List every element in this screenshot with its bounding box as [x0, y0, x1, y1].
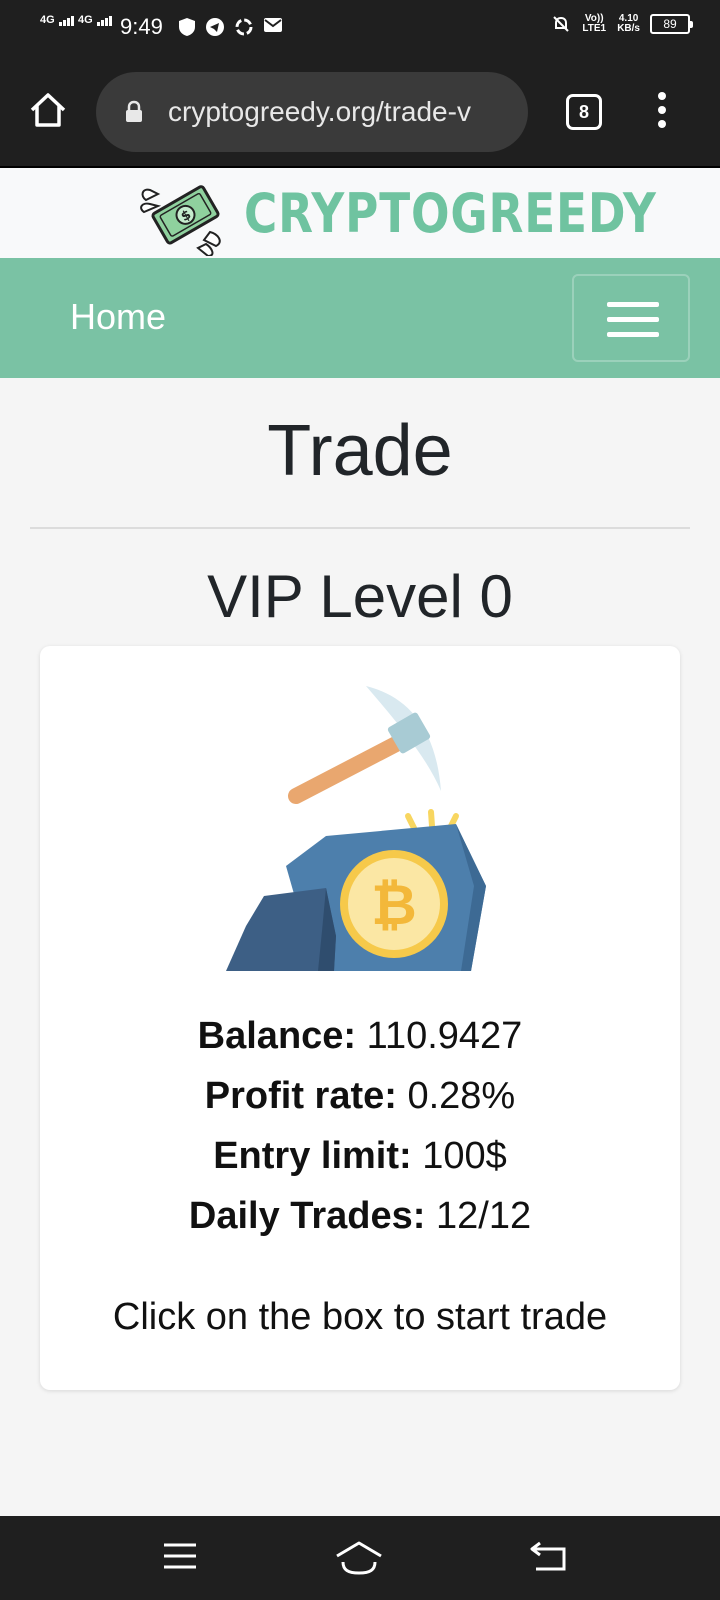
telegram-icon: [206, 18, 224, 36]
site-navbar: Home: [0, 258, 720, 378]
address-bar[interactable]: cryptogreedy.org/trade-v: [96, 72, 528, 152]
daily-trades-row: Daily Trades: 12/12: [40, 1186, 680, 1246]
sync-icon: [235, 18, 253, 36]
daily-trades-label: Daily Trades:: [188, 1195, 426, 1237]
trade-stats: Balance: 110.9427 Profit rate: 0.28% Ent…: [40, 1006, 680, 1246]
lock-icon: [126, 100, 142, 122]
entry-limit-row: Entry limit: 100$: [40, 1126, 680, 1186]
recents-menu-icon[interactable]: [162, 1540, 198, 1572]
bitcoin-mining-icon: ₿: [226, 686, 486, 971]
network-speed: 4.10 KB/s: [617, 14, 640, 34]
shield-icon: [179, 18, 195, 36]
profit-rate-label: Profit rate:: [204, 1075, 397, 1117]
profit-rate-row: Profit rate: 0.28%: [40, 1066, 680, 1126]
browser-toolbar: cryptogreedy.org/trade-v 8: [0, 58, 720, 168]
trade-box[interactable]: ₿ Balance: 110.9427 Profit rate: 0.28% E…: [40, 646, 680, 1390]
signal-1-indicator: 4G: [40, 14, 75, 26]
start-trade-instruction: Click on the box to start trade: [112, 1296, 608, 1338]
mute-bell-icon: [553, 16, 569, 32]
home-icon[interactable]: [28, 90, 68, 130]
browser-menu-icon[interactable]: [654, 92, 670, 132]
signal-1-label: 4G: [40, 14, 55, 26]
nav-link-home[interactable]: Home: [70, 296, 166, 338]
flying-money-icon: $: [140, 185, 221, 256]
title-divider: [30, 527, 690, 529]
system-navigation-bar: [0, 1516, 720, 1600]
url-text: cryptogreedy.org/trade-v: [168, 96, 471, 127]
vip-level-heading: VIP Level 0: [207, 563, 513, 630]
entry-limit-value: 100$: [422, 1135, 507, 1177]
site-logo[interactable]: CRYPTOGREEDY: [244, 182, 657, 245]
hamburger-menu-button[interactable]: [572, 274, 690, 362]
back-icon[interactable]: [530, 1540, 570, 1572]
battery-indicator: 89: [650, 14, 693, 34]
status-right: Vo)) LTE1 4.10 KB/s 89: [551, 13, 693, 34]
system-home-icon[interactable]: [334, 1540, 384, 1576]
balance-label: Balance:: [197, 1015, 357, 1057]
site-header: $ CRYPTOGREEDY: [0, 168, 720, 258]
volte-label: Vo)) LTE1: [582, 13, 607, 34]
mail-icon: [264, 18, 282, 32]
speed-unit: KB/s: [617, 23, 640, 34]
profit-rate-value: 0.28%: [407, 1075, 516, 1117]
status-time: 9:49: [120, 14, 163, 39]
signal-2-label: 4G: [78, 14, 93, 26]
notification-icons: [178, 17, 283, 37]
daily-trades-value: 12/12: [436, 1195, 532, 1237]
entry-limit-label: Entry limit:: [213, 1135, 412, 1177]
svg-text:₿: ₿: [371, 873, 417, 938]
tabs-button[interactable]: 8: [566, 94, 602, 130]
balance-value: 110.9427: [366, 1015, 523, 1057]
page-title: Trade: [267, 411, 453, 491]
balance-row: Balance: 110.9427: [40, 1006, 680, 1066]
status-bar: 4G 4G 9:49 Vo)) LTE1 4.10 KB/s 89: [0, 0, 720, 58]
signal-2-indicator: 4G: [78, 14, 113, 26]
